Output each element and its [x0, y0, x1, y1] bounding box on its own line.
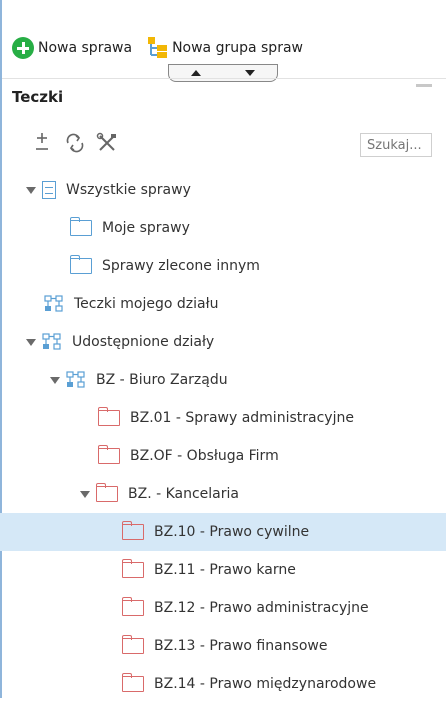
tree-item-my-cases[interactable]: Moje sprawy — [0, 209, 446, 247]
tree-item-label: BZ - Biuro Zarządu — [96, 372, 228, 388]
folder-icon — [96, 483, 118, 502]
tree-item-bz-chancellery[interactable]: BZ. - Kancelaria — [0, 475, 446, 513]
tree-tools — [32, 132, 118, 154]
tree-item-label: Teczki mojego działu — [74, 296, 219, 312]
tree-item-label: Wszystkie sprawy — [66, 182, 191, 198]
expand-down-icon[interactable] — [245, 70, 255, 76]
tree-item-label: BZ.12 - Prawo administracyjne — [154, 600, 369, 616]
refresh-icon[interactable] — [64, 132, 86, 154]
tree-item-bz-board-office[interactable]: BZ - Biuro Zarządu — [0, 361, 446, 399]
folder-tree: Wszystkie sprawy Moje sprawy Sprawy zlec… — [0, 171, 446, 703]
tree-item-delegated-cases[interactable]: Sprawy zlecone innym — [0, 247, 446, 285]
new-case-group-label: Nowa grupa spraw — [172, 40, 303, 56]
folder-icon — [122, 559, 144, 578]
tree-item-bz14[interactable]: BZ.14 - Prawo międzynarodowe — [0, 665, 446, 703]
panel-title: Teczki — [12, 88, 64, 106]
tools-icon[interactable] — [96, 132, 118, 154]
tree-item-label: Moje sprawy — [102, 220, 190, 236]
cabinet-icon — [42, 181, 56, 199]
new-case-button[interactable]: Nowa sprawa — [12, 37, 132, 59]
tree-item-my-department[interactable]: Teczki mojego działu — [0, 285, 446, 323]
panel-divider — [2, 78, 446, 79]
new-case-label: Nowa sprawa — [38, 40, 133, 56]
caret-down-icon[interactable] — [50, 376, 60, 384]
tree-item-label: BZ.OF - Obsługa Firm — [130, 448, 279, 464]
expand-collapse-icon[interactable] — [32, 132, 54, 154]
tree-item-label: Sprawy zlecone innym — [102, 258, 260, 274]
tree-item-label: Udostępnione działy — [72, 334, 215, 350]
tree-item-shared-departments[interactable]: Udostępnione działy — [0, 323, 446, 361]
folder-icon — [122, 597, 144, 616]
caret-down-icon[interactable] — [80, 490, 90, 498]
tree-item-bz10[interactable]: BZ.10 - Prawo cywilne — [0, 513, 446, 551]
folder-icon — [122, 673, 144, 692]
tree-item-bz12[interactable]: BZ.12 - Prawo administracyjne — [0, 589, 446, 627]
tree-item-label: BZ.13 - Prawo finansowe — [154, 638, 328, 654]
folder-icon — [122, 635, 144, 654]
case-group-icon — [148, 37, 168, 58]
folder-icon — [98, 445, 120, 464]
org-icon — [66, 371, 85, 388]
add-icon — [12, 37, 34, 59]
folder-icon — [70, 217, 92, 236]
caret-down-icon[interactable] — [26, 186, 36, 194]
tree-item-all-cases[interactable]: Wszystkie sprawy — [0, 171, 446, 209]
org-icon — [44, 295, 63, 312]
tree-item-label: BZ.10 - Prawo cywilne — [154, 524, 310, 540]
minimize-icon[interactable] — [416, 84, 432, 87]
caret-down-icon[interactable] — [26, 338, 36, 346]
search-input[interactable] — [360, 133, 432, 157]
tree-item-bz01[interactable]: BZ.01 - Sprawy administracyjne — [0, 399, 446, 437]
tree-item-label: BZ.11 - Prawo karne — [154, 562, 296, 578]
tree-item-label: BZ.01 - Sprawy administracyjne — [130, 410, 354, 426]
folder-icon — [70, 255, 92, 274]
new-case-group-button[interactable]: Nowa grupa spraw — [146, 36, 303, 60]
tree-item-bz13[interactable]: BZ.13 - Prawo finansowe — [0, 627, 446, 665]
tree-item-label: BZ.14 - Prawo międzynarodowe — [154, 676, 377, 692]
toolbar: Nowa sprawa Nowa grupa spraw — [12, 28, 303, 68]
collapse-up-icon[interactable] — [191, 70, 201, 76]
panel-toggle — [168, 64, 278, 82]
folder-icon — [98, 407, 120, 426]
tree-item-label: BZ. - Kancelaria — [128, 486, 239, 502]
org-icon — [42, 333, 61, 350]
tree-item-bzof[interactable]: BZ.OF - Obsługa Firm — [0, 437, 446, 475]
folder-icon — [122, 521, 144, 540]
tree-item-bz11[interactable]: BZ.11 - Prawo karne — [0, 551, 446, 589]
